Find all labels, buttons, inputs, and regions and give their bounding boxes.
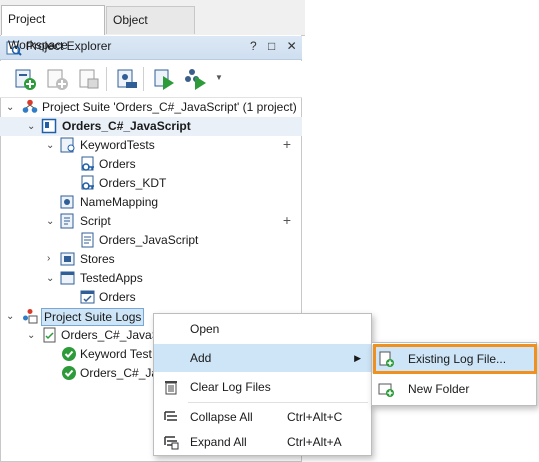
chevron-down-icon[interactable]: ⌄ (6, 312, 16, 322)
clear-label: Clear Log Files (190, 380, 271, 394)
tree-row-testedapps[interactable]: ⌄ TestedApps (0, 269, 302, 288)
namemapping-label: NameMapping (80, 195, 159, 209)
tree-row-keywordtests[interactable]: ⌄ KeywordTests + (0, 136, 302, 155)
tested-app-icon (80, 290, 95, 304)
tested-apps-icon (60, 271, 75, 285)
menu-item-collapse-all[interactable]: Collapse All Ctrl+Alt+C (154, 403, 371, 431)
run-project-icon[interactable] (152, 67, 176, 91)
chevron-right-icon[interactable]: › (47, 254, 57, 264)
open-label: Open (190, 322, 220, 336)
menu-item-clear-log-files[interactable]: Clear Log Files (154, 373, 371, 401)
keywordtests-label: KeywordTests (80, 138, 155, 152)
chevron-down-icon[interactable]: ⌄ (27, 331, 37, 341)
tree-row-suite[interactable]: ⌄ Project Suite 'Orders_C#_JavaScript' (… (0, 98, 302, 117)
tree-row-stores[interactable]: › Stores (0, 250, 302, 269)
tree-row-orders-app[interactable]: Orders (0, 288, 302, 307)
orders-kdt-label: Orders_KDT (99, 176, 167, 190)
tab-bar: Project Workspace Object Browser (0, 0, 305, 53)
keyword-test-icon (81, 156, 94, 171)
project-suite-icon (22, 99, 38, 113)
chevron-down-icon[interactable]: ⌄ (46, 274, 56, 284)
remove-item-icon[interactable] (77, 67, 101, 91)
context-menu: Open Add ▶ Clear Log Files Collapse All … (153, 313, 372, 456)
suite-label: Project Suite 'Orders_C#_JavaScript' (1 … (42, 100, 297, 114)
script-folder-icon (60, 213, 74, 229)
suite-logs-label: Project Suite Logs (41, 308, 145, 326)
tree-row-script[interactable]: ⌄ Script + (0, 212, 302, 231)
toolbar: ▼ (0, 61, 302, 98)
project-icon (41, 118, 57, 134)
tree-row-namemapping[interactable]: NameMapping (0, 193, 302, 212)
menu-item-add[interactable]: Add ▶ (154, 344, 371, 372)
tree-row-orders-js[interactable]: Orders_JavaScript (0, 231, 302, 250)
log-kwt-label: Keyword Test L (80, 347, 162, 361)
expand-label: Expand All (190, 435, 247, 449)
orders-kt-label: Orders (99, 157, 136, 171)
project-label: Orders_C#_JavaScript (62, 119, 191, 133)
collapse-all-icon (164, 411, 177, 421)
tree-row-log-project[interactable]: ⌄ Orders_C#_JavaScr (0, 326, 170, 345)
tree-row-orders-kdt[interactable]: Orders_KDT (0, 174, 302, 193)
log-icon (43, 327, 56, 343)
new-item-icon[interactable] (13, 67, 37, 91)
expand-shortcut: Ctrl+Alt+A (287, 435, 342, 449)
tab-project-workspace[interactable]: Project Workspace (1, 5, 105, 52)
run-suite-icon[interactable] (184, 67, 208, 91)
panel-controls[interactable]: ? □ ✕ (250, 39, 301, 53)
tree-row-orders-kt[interactable]: Orders (0, 155, 302, 174)
keyword-test-icon (81, 175, 94, 190)
tree-row-log-kwt[interactable]: Keyword Test L (0, 345, 162, 364)
chevron-down-icon[interactable]: ⌄ (6, 103, 16, 113)
add-label: Add (190, 351, 212, 365)
keyword-tests-icon (60, 137, 75, 153)
tree-row-project[interactable]: ⌄ Orders_C#_JavaScript (0, 117, 302, 136)
expand-all-icon (164, 436, 179, 450)
collapse-shortcut: Ctrl+Alt+C (287, 410, 343, 424)
menu-item-expand-all[interactable]: Expand All Ctrl+Alt+A (154, 428, 371, 456)
trash-icon (165, 381, 177, 395)
orders-app-label: Orders (99, 290, 136, 304)
orders-js-label: Orders_JavaScript (99, 233, 199, 247)
tree-row-log-orders[interactable]: Orders_C#_Jav (0, 364, 164, 383)
add-plus-icon[interactable]: + (283, 211, 291, 230)
stores-label: Stores (80, 252, 115, 266)
project-properties-icon[interactable] (115, 67, 139, 91)
stores-icon (60, 252, 75, 266)
script-unit-icon (81, 232, 94, 248)
tab-object-browser[interactable]: Object Browser (106, 6, 195, 53)
log-passed-icon (62, 366, 76, 380)
namemapping-icon (60, 195, 74, 209)
menu-item-new-folder[interactable]: New Folder (372, 375, 536, 403)
submenu-arrow-icon: ▶ (354, 353, 361, 363)
new-folder-icon (378, 383, 394, 397)
collapse-label: Collapse All (190, 410, 253, 424)
suite-logs-icon (23, 309, 38, 324)
menu-item-open[interactable]: Open (154, 315, 371, 343)
new-folder-label: New Folder (408, 382, 470, 396)
log-passed-icon (62, 347, 76, 361)
chevron-down-icon[interactable]: ⌄ (46, 141, 56, 151)
highlight-callout (373, 344, 537, 374)
add-existing-icon[interactable] (45, 67, 69, 91)
chevron-down-icon[interactable]: ▼ (215, 73, 223, 82)
chevron-down-icon[interactable]: ⌄ (27, 122, 37, 132)
script-label: Script (80, 214, 111, 228)
add-plus-icon[interactable]: + (283, 135, 291, 154)
testedapps-label: TestedApps (80, 271, 143, 285)
chevron-down-icon[interactable]: ⌄ (46, 217, 56, 227)
log-orders-label: Orders_C#_Jav (80, 366, 165, 380)
